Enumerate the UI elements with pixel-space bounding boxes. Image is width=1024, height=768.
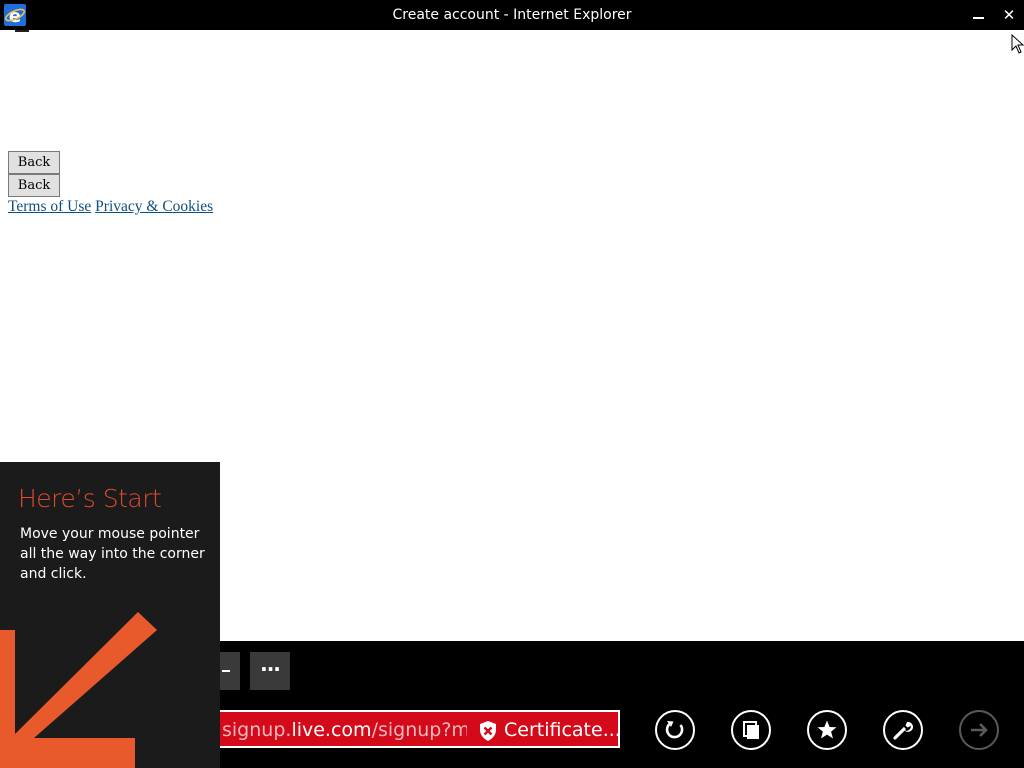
address-domain: live.com [291, 719, 372, 741]
tabs-icon [743, 721, 759, 739]
back-button-secondary[interactable]: Back [8, 174, 60, 197]
favorites-icon [817, 720, 837, 739]
start-tip-message: Move your mouse pointer all the way into… [20, 526, 205, 582]
minimize-button[interactable] [963, 0, 993, 30]
page-tools-button[interactable] [883, 710, 923, 750]
address-subdomain: signup. [222, 719, 292, 741]
refresh-button[interactable] [655, 710, 695, 750]
more-options-button[interactable]: ··· [250, 652, 290, 690]
start-tip-title: Here’s Start [18, 484, 162, 513]
address-url[interactable]: signup.live.com/signup?ml [222, 712, 467, 746]
mouse-cursor-icon [1011, 34, 1024, 54]
tools-icon [893, 721, 913, 740]
close-button[interactable]: ✕ [994, 0, 1024, 30]
new-tab-button[interactable] [220, 652, 240, 690]
minimize-icon [973, 17, 984, 19]
refresh-icon [665, 721, 684, 739]
certificate-error-label[interactable]: Certificate... [504, 712, 618, 746]
forward-icon [971, 723, 988, 737]
address-bar[interactable]: signup.live.com/signup?ml Certificate... [220, 710, 620, 748]
title-bar: e Create account - Internet Explorer ✕ [0, 0, 1024, 30]
terms-of-use-link[interactable]: Terms of Use [8, 198, 91, 215]
tabs-button[interactable] [731, 710, 771, 750]
certificate-error-shield-icon[interactable] [478, 720, 498, 742]
back-button[interactable]: Back [8, 151, 60, 174]
page-artifact [15, 30, 29, 32]
address-path: /signup?ml [371, 719, 467, 741]
minus-icon [222, 670, 230, 672]
privacy-cookies-link[interactable]: Privacy & Cookies [95, 198, 213, 215]
forward-button[interactable] [959, 710, 999, 750]
corner-arrow-icon [0, 612, 157, 768]
footer-links: Terms of Use Privacy & Cookies [8, 198, 213, 216]
window-title: Create account - Internet Explorer [392, 7, 632, 23]
favorites-button[interactable] [807, 710, 847, 750]
